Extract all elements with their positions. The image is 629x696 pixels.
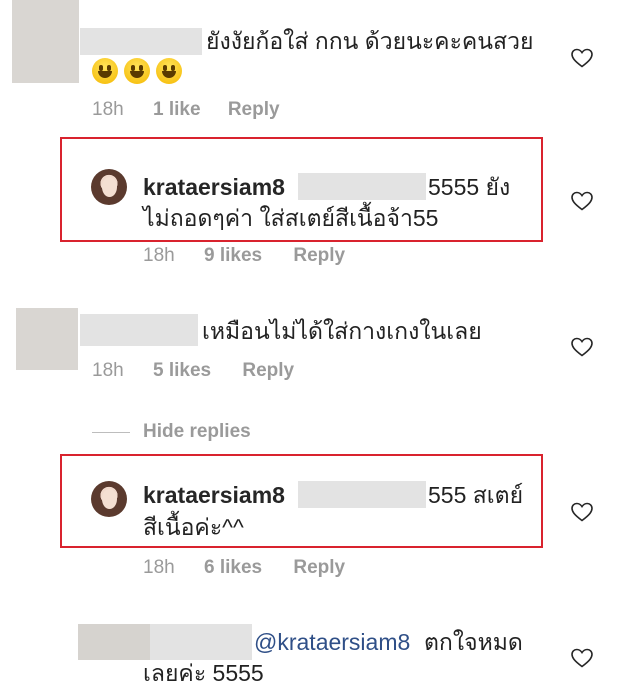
avatar-redacted[interactable]: [78, 624, 150, 660]
likes-count[interactable]: 1 like: [153, 99, 201, 120]
avatar[interactable]: [91, 169, 127, 205]
username-redacted[interactable]: [80, 28, 202, 55]
heart-outline-icon[interactable]: [570, 189, 594, 213]
comment-meta: 18h 5 likes Reply: [92, 360, 294, 382]
heart-outline-icon[interactable]: [570, 646, 594, 670]
comment-text-line1: 5555 ยัง: [428, 174, 511, 200]
grinning-face-icon: [124, 58, 150, 84]
mention-redacted[interactable]: [298, 173, 426, 200]
username-redacted[interactable]: [80, 314, 198, 346]
heart-outline-icon[interactable]: [570, 500, 594, 524]
hide-replies-button[interactable]: Hide replies: [143, 421, 251, 443]
comment-text-line1: 555 สเตย์: [428, 482, 524, 508]
comment-time: 18h: [143, 557, 175, 578]
comment-time: 18h: [92, 99, 124, 120]
divider-line: [92, 432, 130, 433]
comment-text-line2: ไม่ถอดๆค่า ใส่สเตย์สีเนื้อจ้า55: [143, 205, 439, 231]
reply-button[interactable]: Reply: [293, 557, 345, 578]
comment-time: 18h: [92, 360, 124, 381]
heart-outline-icon[interactable]: [570, 46, 594, 70]
likes-count[interactable]: 9 likes: [204, 245, 262, 266]
avatar-redacted[interactable]: [16, 308, 78, 370]
reply-button[interactable]: Reply: [293, 245, 345, 266]
username-redacted[interactable]: [150, 624, 252, 660]
comment-text-line2: สีเนื้อค่ะ^^: [143, 514, 244, 540]
avatar-redacted[interactable]: [12, 0, 79, 83]
comment-text: ยังงัยก้อใส่ กกน ด้วยนะคะคนสวย: [206, 28, 534, 54]
comment-username[interactable]: krataersiam8: [143, 480, 285, 510]
likes-count[interactable]: 6 likes: [204, 557, 262, 578]
comment-text-line1: ตกใจหมด: [424, 629, 523, 655]
hide-replies-label: Hide replies: [143, 421, 251, 442]
comment-meta: 18h 9 likes Reply: [143, 245, 345, 267]
heart-outline-icon[interactable]: [570, 335, 594, 359]
reply-button[interactable]: Reply: [242, 360, 294, 381]
avatar[interactable]: [91, 481, 127, 517]
comment-time: 18h: [143, 245, 175, 266]
comment-mention[interactable]: @krataersiam8: [254, 627, 410, 657]
grinning-face-icon: [156, 58, 182, 84]
likes-count[interactable]: 5 likes: [153, 360, 211, 381]
comment-username[interactable]: krataersiam8: [143, 172, 285, 202]
comment-text: เหมือนไม่ได้ใส่กางเกงในเลย: [202, 318, 482, 344]
emoji-row: [92, 58, 188, 84]
mention-redacted[interactable]: [298, 481, 426, 508]
comment-text-line2: เลยค่ะ 5555: [143, 660, 264, 686]
comment-meta: 18h 1 like Reply: [92, 99, 280, 121]
comment-meta: 18h 6 likes Reply: [143, 557, 345, 579]
reply-button[interactable]: Reply: [228, 99, 280, 120]
grinning-face-icon: [92, 58, 118, 84]
